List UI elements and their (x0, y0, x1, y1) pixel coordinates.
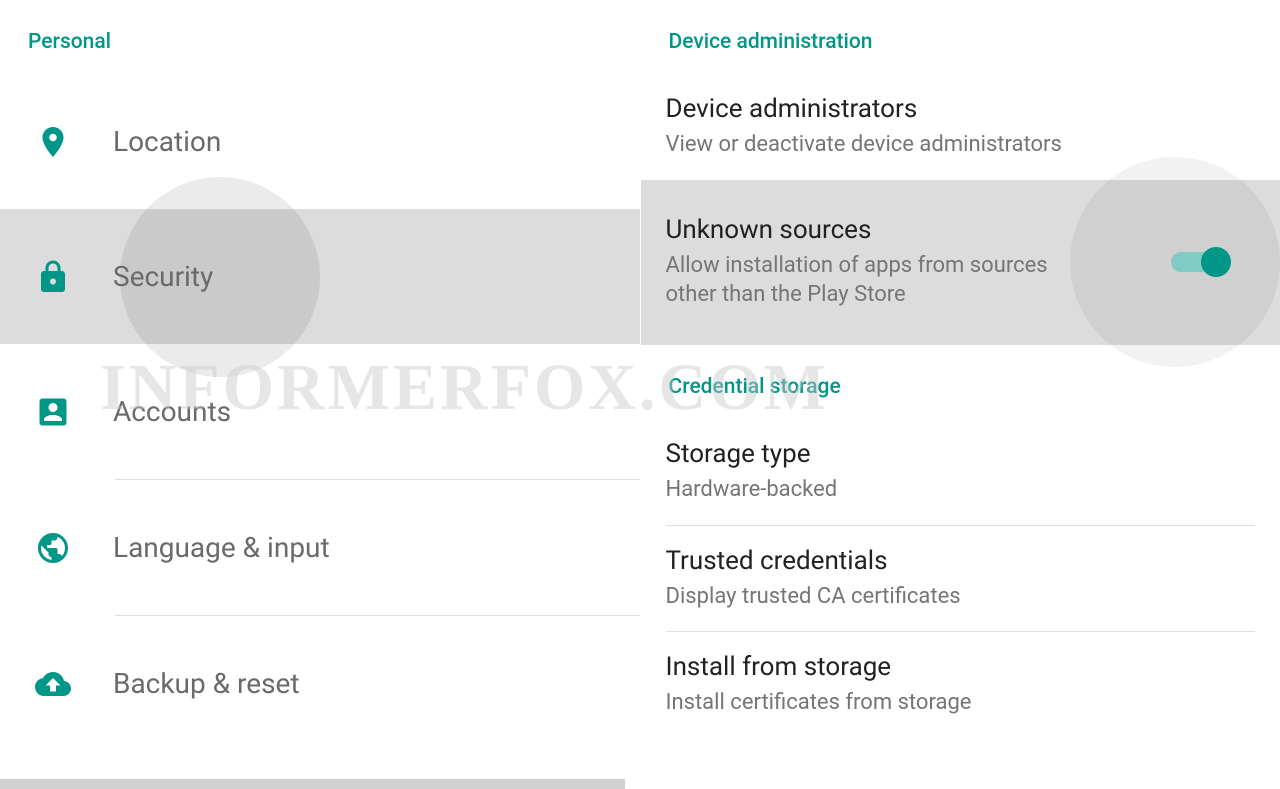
menu-item-backup[interactable]: Backup & reset (0, 616, 640, 751)
account-icon (35, 394, 71, 430)
menu-item-accounts[interactable]: Accounts (0, 344, 640, 479)
menu-item-security[interactable]: Security (0, 209, 640, 344)
menu-label: Backup & reset (113, 667, 300, 700)
detail-unknown-sources[interactable]: Unknown sources Allow installation of ap… (641, 180, 1280, 345)
menu-label: Accounts (113, 395, 231, 428)
detail-subtitle: Install certificates from storage (666, 688, 1086, 718)
detail-subtitle: Hardware-backed (666, 475, 1086, 505)
section-header-device-admin: Device administration (641, 0, 1280, 74)
menu-item-location[interactable]: Location (0, 74, 640, 209)
toggle-knob (1201, 247, 1231, 277)
bottom-bar (0, 779, 625, 789)
settings-right-panel: Device administration Device administrat… (641, 0, 1280, 789)
lock-icon (35, 259, 71, 295)
location-icon (35, 124, 71, 160)
detail-trusted-credentials[interactable]: Trusted credentials Display trusted CA c… (641, 526, 1280, 632)
detail-subtitle: Display trusted CA certificates (666, 582, 1086, 612)
detail-subtitle: Allow installation of apps from sources … (666, 251, 1086, 310)
unknown-sources-toggle[interactable] (1171, 252, 1225, 272)
detail-title: Device administrators (666, 94, 1256, 124)
detail-install-from-storage[interactable]: Install from storage Install certificate… (641, 632, 1280, 738)
menu-item-language[interactable]: Language & input (0, 480, 640, 615)
backup-icon (35, 666, 71, 702)
globe-icon (35, 530, 71, 566)
detail-title: Storage type (666, 439, 1256, 469)
menu-label: Location (113, 125, 221, 158)
menu-label: Language & input (113, 531, 330, 564)
menu-label: Security (113, 260, 213, 293)
detail-subtitle: View or deactivate device administrators (666, 130, 1086, 160)
detail-title: Install from storage (666, 652, 1256, 682)
settings-left-panel: Personal Location Security Accounts (0, 0, 641, 789)
detail-title: Trusted credentials (666, 546, 1256, 576)
detail-storage-type[interactable]: Storage type Hardware-backed (641, 419, 1280, 525)
section-header-personal: Personal (0, 0, 640, 74)
